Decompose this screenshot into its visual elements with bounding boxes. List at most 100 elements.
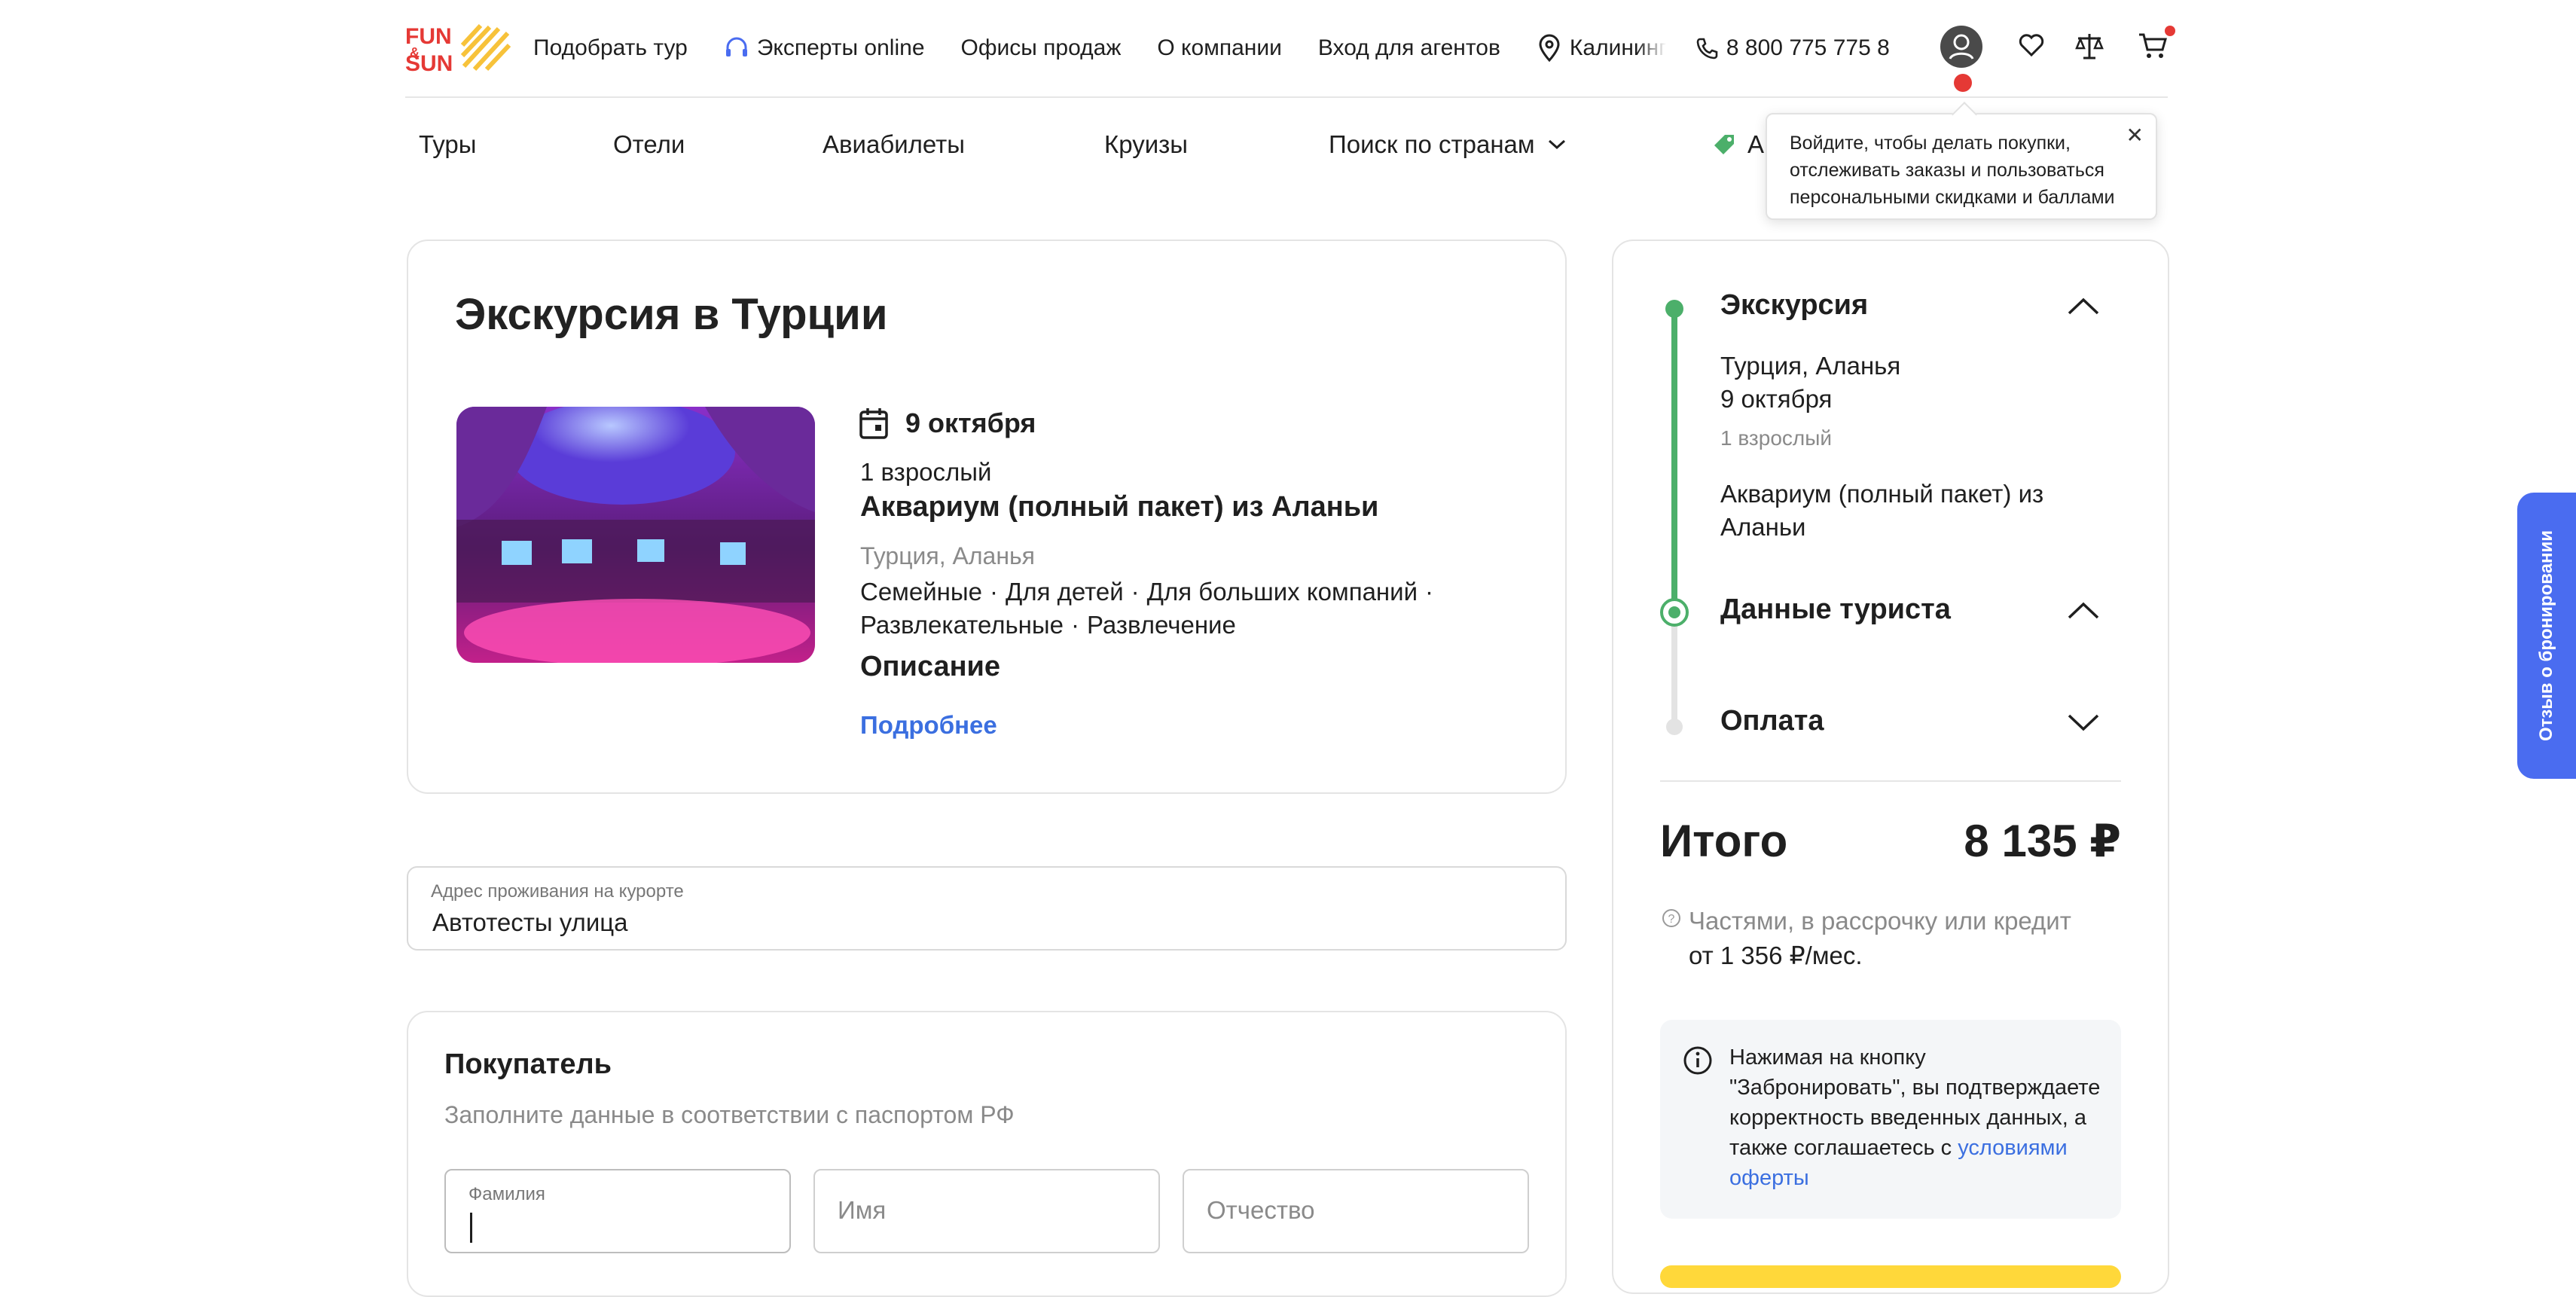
- chevron-up-icon: [2068, 298, 2099, 315]
- scales-icon: [2075, 34, 2104, 60]
- favorites-button[interactable]: [2019, 33, 2044, 61]
- nav-label: Подобрать тур: [533, 35, 688, 60]
- promo-tab[interactable]: А: [1711, 124, 1764, 166]
- description-heading: Описание: [860, 651, 1001, 682]
- total-label: Итого: [1660, 816, 1788, 866]
- nav-label: Вход для агентов: [1317, 35, 1500, 60]
- tab-label: Круизы: [1104, 130, 1188, 158]
- step-title-payment: Оплата: [1720, 705, 1824, 737]
- tag-icon: [1714, 135, 1734, 154]
- progress-line-done: [1671, 309, 1677, 610]
- step-title-tourist-data: Данные туриста: [1720, 594, 1951, 625]
- question-icon[interactable]: ?: [1662, 908, 1681, 932]
- top-navigation: Подобрать тур Эксперты online Офисы прод…: [533, 30, 1926, 66]
- chevron-up-icon: [2068, 602, 2099, 619]
- location-pin-icon: [1539, 34, 1560, 63]
- installment-text: Частями, в рассрочку или кредит: [1689, 907, 2071, 935]
- step-title-excursion: Экскурсия: [1720, 289, 1869, 321]
- excursion-date: 9 октября: [859, 407, 1036, 440]
- installment-info: Частями, в рассрочку или кредит от 1 356…: [1689, 904, 2071, 973]
- nav-label: Эксперты online: [756, 35, 925, 60]
- login-tooltip: Войдите, чтобы делать покупки, отслежива…: [1766, 102, 2157, 220]
- excursion-photo: [456, 407, 815, 663]
- tab-tours[interactable]: Туры: [419, 124, 477, 166]
- chevron-down-icon: [1548, 139, 1565, 150]
- date-text: 9 октября: [905, 407, 1036, 438]
- step-current-inner: [1668, 606, 1680, 618]
- phone-link[interactable]: 8 800 775 775 8: [1695, 35, 1890, 61]
- nav-about-company[interactable]: О компании: [1157, 35, 1281, 61]
- notice-text: Нажимая на кнопку "Забронировать", вы по…: [1729, 1042, 2106, 1193]
- header-divider: [405, 96, 2168, 98]
- tab-label: А: [1747, 130, 1765, 158]
- heart-icon: [2019, 34, 2044, 57]
- brand-logo[interactable]: FUN & SUN: [405, 23, 511, 76]
- tab-label: Отели: [613, 130, 685, 158]
- tab-label: Поиск по странам: [1329, 130, 1535, 158]
- step-current-dot: [1660, 598, 1689, 627]
- user-icon: [1949, 34, 1974, 60]
- step-done-dot: [1665, 300, 1683, 318]
- more-link[interactable]: Подробнее: [860, 711, 997, 740]
- chevron-down-icon: [2068, 714, 2099, 731]
- buyer-heading: Покупатель: [444, 1048, 612, 1080]
- adults-count: 1 взрослый: [860, 458, 992, 486]
- phone-icon: [1696, 38, 1718, 60]
- step-toggle-payment[interactable]: [2067, 713, 2100, 736]
- info-icon: [1683, 1046, 1712, 1075]
- surname-field[interactable]: Фамилия: [444, 1169, 791, 1253]
- booking-feedback-tab[interactable]: Отзыв о бронировании: [2517, 493, 2576, 779]
- tag: Для больших компаний: [1146, 578, 1418, 606]
- tag: Семейные: [860, 578, 982, 606]
- svg-text:SUN: SUN: [405, 51, 453, 72]
- tooltip-text: Войдите, чтобы делать покупки, отслежива…: [1790, 133, 2115, 208]
- resort-address-field[interactable]: Адрес проживания на курорте Автотесты ул…: [407, 866, 1567, 951]
- tab-hotels[interactable]: Отели: [613, 124, 685, 166]
- nav-label: Офисы продаж: [960, 35, 1122, 60]
- nav-pick-tour[interactable]: Подобрать тур: [533, 35, 688, 61]
- field-label: Фамилия: [469, 1184, 545, 1204]
- nav-experts-online[interactable]: Эксперты online: [724, 35, 925, 61]
- feedback-label: Отзыв о бронировании: [2536, 529, 2556, 742]
- cart-icon: [2139, 33, 2167, 58]
- nav-label: О компании: [1157, 35, 1282, 60]
- summary-divider: [1660, 780, 2121, 782]
- tab-label: Авиабилеты: [823, 130, 966, 158]
- phone-number: 8 800 775 775 8: [1726, 35, 1890, 60]
- tab-cruises[interactable]: Круизы: [1104, 124, 1188, 166]
- tab-search-by-country[interactable]: Поиск по странам: [1329, 124, 1567, 166]
- step-excursion-name: Аквариум (полный пакет) из Аланьи: [1720, 480, 2044, 541]
- offer-notice: Нажимая на кнопку "Забронировать", вы по…: [1660, 1020, 2121, 1219]
- first-name-field[interactable]: Имя: [813, 1169, 1160, 1253]
- tab-label: Туры: [419, 130, 477, 158]
- excursion-tags: Семейные · Для детей · Для больших компаний ·…: [860, 578, 1434, 639]
- tab-flights[interactable]: Авиабилеты: [823, 124, 965, 166]
- nav-sales-offices[interactable]: Офисы продаж: [961, 35, 1122, 61]
- tooltip-arrow: [1952, 102, 1977, 127]
- notification-dot: [1954, 74, 1972, 92]
- excursion-location: Турция, Аланья: [860, 542, 1035, 569]
- step-toggle-tourist-data[interactable]: [2067, 601, 2100, 624]
- field-value: Автотесты улица: [432, 908, 628, 936]
- text-caret: [470, 1213, 472, 1243]
- headset-icon: [725, 37, 747, 56]
- compare-button[interactable]: [2074, 32, 2104, 64]
- city-label: Калининг: [1569, 35, 1666, 60]
- step-excursion-adults: 1 взрослый: [1720, 426, 1832, 450]
- buyer-subtitle: Заполните данные в соответствии с паспор…: [444, 1101, 1015, 1128]
- cart-button[interactable]: [2138, 32, 2168, 64]
- nav-agents-login[interactable]: Вход для агентов: [1318, 35, 1500, 61]
- svg-text:?: ?: [1668, 913, 1675, 926]
- user-avatar-button[interactable]: [1940, 26, 1982, 68]
- field-label: Адрес проживания на курорте: [431, 881, 684, 902]
- book-button[interactable]: [1660, 1265, 2121, 1288]
- step-excursion-location: Турция, Аланья: [1720, 352, 1901, 380]
- field-placeholder: Имя: [838, 1196, 887, 1224]
- cart-badge-dot: [2165, 26, 2175, 36]
- close-icon[interactable]: ✕: [2126, 122, 2144, 149]
- patronymic-field[interactable]: Отчество: [1183, 1169, 1529, 1253]
- city-selector[interactable]: Калининг: [1537, 34, 1666, 63]
- excursion-name: Аквариум (полный пакет) из Аланьи: [860, 491, 1379, 523]
- tag: Для детей: [1005, 578, 1124, 606]
- step-toggle-excursion[interactable]: [2067, 297, 2100, 320]
